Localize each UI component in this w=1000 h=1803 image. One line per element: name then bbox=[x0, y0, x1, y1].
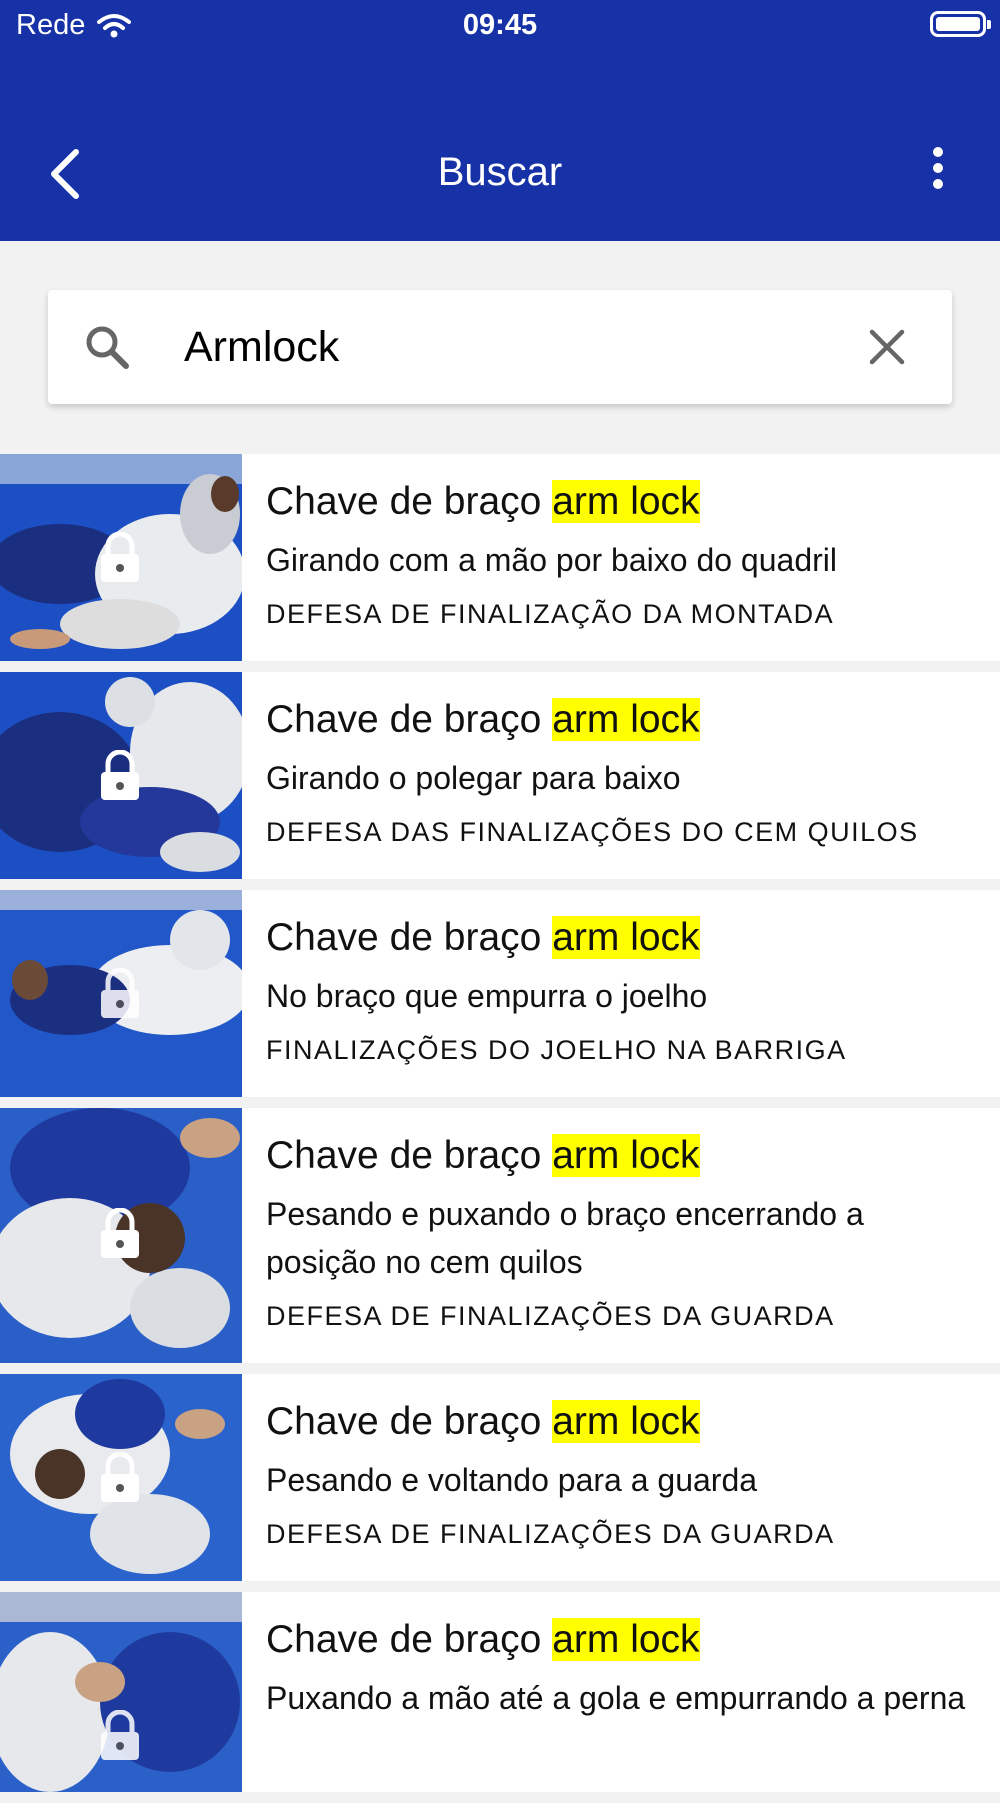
search-highlight: arm lock bbox=[552, 480, 700, 523]
result-subtitle: Puxando a mão até a gola e empurrando a … bbox=[266, 1680, 966, 1716]
result-title: Chave de braço arm lock bbox=[266, 1614, 980, 1666]
page-title: Buscar bbox=[437, 150, 563, 194]
more-vertical-icon bbox=[933, 147, 943, 189]
status-time: 09:45 bbox=[462, 9, 538, 41]
battery-icon bbox=[930, 11, 991, 37]
clear-search-button[interactable] bbox=[862, 322, 912, 372]
lock-icon bbox=[101, 1710, 139, 1760]
lock-icon bbox=[101, 1208, 139, 1258]
thumbnail-image bbox=[0, 672, 242, 879]
status-bar: Rede 09:45 bbox=[0, 0, 1000, 50]
result-title: Chave de braço arm lock bbox=[266, 1130, 980, 1182]
result-title-text: Chave de braço bbox=[266, 1618, 553, 1661]
result-subtitle: Girando o polegar para baixo bbox=[266, 760, 681, 796]
result-subtitle: Pesando e voltando para a guarda bbox=[266, 1462, 758, 1498]
result-title-text: Chave de braço bbox=[266, 916, 553, 959]
result-title: Chave de braço arm lock bbox=[266, 476, 980, 528]
list-item[interactable]: Chave de braço arm lock Pesando e puxand… bbox=[0, 1108, 1000, 1363]
app-bar: Rede 09:45 Buscar bbox=[0, 0, 1000, 241]
thumbnail-image bbox=[0, 1592, 242, 1792]
result-category: FINALIZAÇÕES DO JOELHO NA BARRIGA bbox=[266, 1035, 847, 1065]
result-category: DEFESA DE FINALIZAÇÃO DA MONTADA bbox=[266, 599, 835, 629]
result-title-text: Chave de braço bbox=[266, 1400, 553, 1443]
result-category: DEFESA DE FINALIZAÇÕES DA GUARDA bbox=[266, 1519, 835, 1549]
result-title: Chave de braço arm lock bbox=[266, 1396, 980, 1448]
result-category: DEFESA DE FINALIZAÇÕES DA GUARDA bbox=[266, 1301, 835, 1331]
list-item[interactable]: Chave de braço arm lock Pesando e voltan… bbox=[0, 1374, 1000, 1581]
nav-row: Buscar bbox=[0, 120, 1000, 230]
lock-icon bbox=[101, 1452, 139, 1502]
search-highlight: arm lock bbox=[552, 1134, 700, 1177]
thumbnail-image bbox=[0, 1374, 242, 1581]
search-input[interactable] bbox=[136, 312, 776, 382]
result-title-text: Chave de braço bbox=[266, 1134, 553, 1177]
search-highlight: arm lock bbox=[552, 698, 700, 741]
list-item[interactable]: Chave de braço arm lock No braço que emp… bbox=[0, 890, 1000, 1097]
results-list: Chave de braço arm lock Girando com a mã… bbox=[0, 454, 1000, 1803]
list-item[interactable]: Chave de braço arm lock Puxando a mão at… bbox=[0, 1592, 1000, 1792]
search-highlight: arm lock bbox=[552, 916, 700, 959]
more-options-button[interactable] bbox=[906, 144, 960, 200]
result-title: Chave de braço arm lock bbox=[266, 912, 980, 964]
thumbnail-image bbox=[0, 890, 242, 1097]
search-highlight: arm lock bbox=[552, 1618, 700, 1661]
result-title-text: Chave de braço bbox=[266, 698, 553, 741]
result-category: DEFESA DAS FINALIZAÇÕES DO CEM QUILOS bbox=[266, 817, 919, 847]
result-title-text: Chave de braço bbox=[266, 480, 553, 523]
search-box bbox=[48, 290, 952, 404]
lock-icon bbox=[101, 750, 139, 800]
result-subtitle: Pesando e puxando o braço encerrando a p… bbox=[266, 1196, 864, 1280]
search-highlight: arm lock bbox=[552, 1400, 700, 1443]
list-item[interactable]: Chave de braço arm lock Girando o polega… bbox=[0, 672, 1000, 879]
lock-icon bbox=[101, 532, 139, 582]
result-subtitle: Girando com a mão por baixo do quadril bbox=[266, 542, 837, 578]
result-title: Chave de braço arm lock bbox=[266, 694, 980, 746]
close-icon bbox=[869, 329, 905, 365]
search-icon bbox=[86, 326, 129, 369]
lock-icon bbox=[101, 968, 139, 1018]
thumbnail-image bbox=[0, 1108, 242, 1363]
thumbnail-image bbox=[0, 454, 242, 661]
result-subtitle: No braço que empurra o joelho bbox=[266, 978, 708, 1014]
list-item[interactable]: Chave de braço arm lock Girando com a mã… bbox=[0, 454, 1000, 661]
